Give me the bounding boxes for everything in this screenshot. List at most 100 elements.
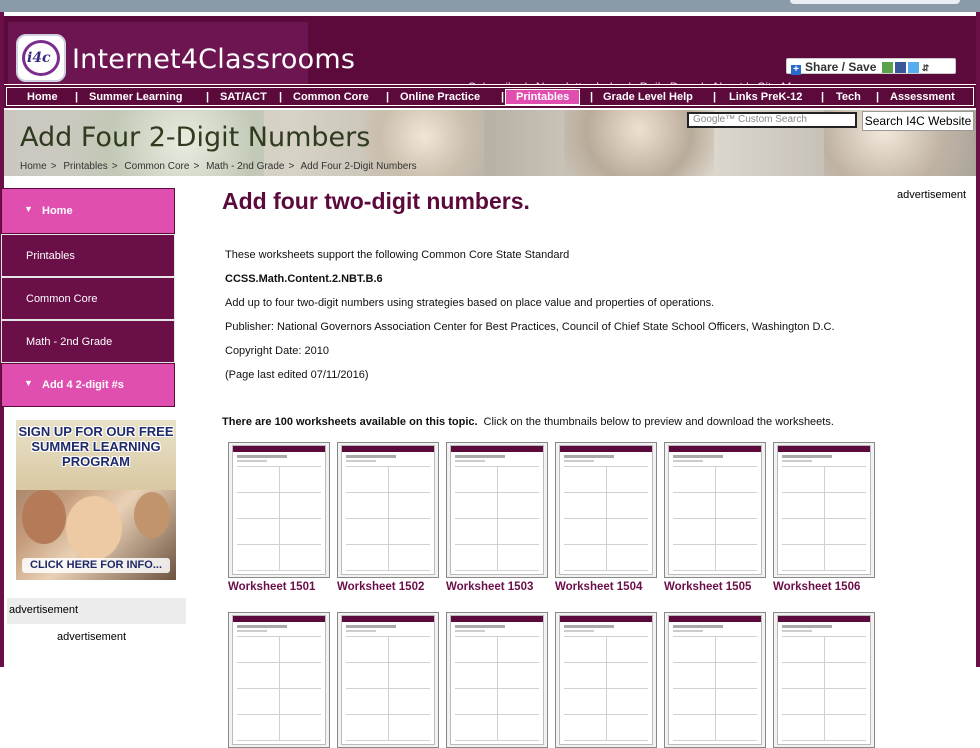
worksheet-link[interactable]: Worksheet 1501	[228, 581, 315, 593]
nav-separator: |	[279, 91, 283, 103]
logo-area[interactable]: i4c Internet4Classrooms	[8, 22, 355, 84]
nav-links-prek12[interactable]: Links PreK-12	[729, 91, 802, 103]
sidebar-item-label: Printables	[26, 249, 75, 262]
worksheet-rule-line	[564, 570, 648, 571]
worksheet-header-bar	[451, 446, 543, 452]
worksheet-rule-line	[237, 740, 321, 741]
worksheet-title-line	[782, 625, 832, 628]
last-edited-text: (Page last edited 07/11/2016)	[225, 369, 369, 381]
breadcrumb-math-2nd-grade[interactable]: Math - 2nd Grade	[206, 161, 284, 172]
standard-intro: These worksheets support the following C…	[225, 249, 570, 261]
worksheet-header-bar	[451, 616, 543, 622]
worksheet-subtitle-line	[564, 460, 594, 462]
breadcrumb-common-core[interactable]: Common Core	[124, 161, 189, 172]
sidebar-item-home[interactable]: ▼ Home	[1, 188, 175, 234]
worksheet-page-preview	[341, 445, 435, 575]
share-save-button[interactable]: + Share / Save ⇵	[786, 58, 956, 75]
worksheet-link[interactable]: Worksheet 1504	[555, 581, 642, 593]
worksheet-thumbnail[interactable]	[446, 442, 548, 578]
worksheet-count: There are 100 worksheets available on th…	[222, 416, 478, 428]
sidebar-item-label: Common Core	[26, 292, 98, 305]
nav-separator: |	[590, 91, 594, 103]
worksheet-title-line	[564, 455, 614, 458]
breadcrumb-printables[interactable]: Printables	[63, 161, 107, 172]
worksheet-thumbnail[interactable]	[228, 442, 330, 578]
worksheet-rule-line	[673, 570, 757, 571]
search-website-button[interactable]: Search I4C Website	[862, 111, 974, 131]
promo-photo-child	[134, 492, 170, 538]
worksheet-rule-line	[455, 740, 539, 741]
standard-code: CCSS.Math.Content.2.NBT.B.6	[225, 273, 383, 285]
worksheet-column-divider	[279, 636, 280, 740]
nav-assessment[interactable]: Assessment	[890, 91, 955, 103]
nav-printables[interactable]: Printables	[505, 89, 581, 105]
worksheet-rule-line	[346, 570, 430, 571]
nav-separator: |	[206, 91, 210, 103]
page-banner: Add Four 2-Digit Numbers Home > Printable…	[4, 110, 976, 176]
nav-grade-level-help[interactable]: Grade Level Help	[603, 91, 693, 103]
worksheet-thumbnail[interactable]	[337, 442, 439, 578]
worksheet-header-bar	[560, 616, 652, 622]
nav-online-practice[interactable]: Online Practice	[400, 91, 480, 103]
worksheet-thumbnail[interactable]	[773, 612, 875, 748]
facebook-icon	[894, 62, 906, 73]
worksheet-column-divider	[388, 466, 389, 570]
worksheet-count-line: There are 100 worksheets available on th…	[222, 416, 834, 428]
right-advertisement: advertisement	[897, 189, 967, 201]
worksheet-thumbnail[interactable]	[664, 612, 766, 748]
nav-home[interactable]: Home	[27, 91, 58, 103]
worksheet-header-bar	[778, 616, 870, 622]
worksheet-page-preview	[232, 445, 326, 575]
worksheet-title-line	[237, 625, 287, 628]
worksheet-page-preview	[450, 615, 544, 745]
worksheet-link[interactable]: Worksheet 1506	[773, 581, 860, 593]
share-green-icon	[881, 62, 893, 73]
site-header: i4c Internet4Classrooms Subscribe| Newsl…	[4, 16, 976, 94]
site-search-input[interactable]: Google™ Custom Search	[687, 112, 857, 128]
promo-photo-child	[66, 496, 122, 560]
worksheet-thumbnail[interactable]	[555, 442, 657, 578]
worksheet-thumbnail[interactable]	[337, 612, 439, 748]
worksheet-header-bar	[669, 446, 761, 452]
nav-tech[interactable]: Tech	[836, 91, 861, 103]
worksheet-thumbnail[interactable]	[228, 612, 330, 748]
sidebar-item-add-4-2-digit[interactable]: ▼ Add 4 2-digit #s	[1, 363, 175, 407]
sidebar-item-printables[interactable]: Printables	[1, 234, 175, 277]
worksheet-subtitle-line	[564, 630, 594, 632]
worksheet-rule-line	[782, 570, 866, 571]
breadcrumb-home[interactable]: Home	[20, 161, 47, 172]
worksheet-thumbnail[interactable]	[555, 612, 657, 748]
worksheet-link[interactable]: Worksheet 1502	[337, 581, 424, 593]
breadcrumb-current: Add Four 2-Digit Numbers	[300, 161, 417, 172]
worksheet-rule-line	[782, 740, 866, 741]
worksheet-subtitle-line	[237, 460, 267, 462]
worksheet-header-bar	[669, 616, 761, 622]
nav-common-core[interactable]: Common Core	[293, 91, 369, 103]
worksheet-link[interactable]: Worksheet 1503	[446, 581, 533, 593]
worksheet-page-preview	[777, 445, 871, 575]
nav-separator: |	[713, 91, 717, 103]
worksheet-title-line	[237, 455, 287, 458]
worksheet-header-bar	[342, 616, 434, 622]
worksheet-subtitle-line	[346, 460, 376, 462]
worksheet-column-divider	[715, 636, 716, 740]
worksheet-subtitle-line	[782, 630, 812, 632]
promo-cta[interactable]: CLICK HERE FOR INFO...	[22, 558, 170, 573]
worksheet-title-line	[455, 455, 505, 458]
worksheet-header-bar	[233, 616, 325, 622]
worksheet-thumbnail[interactable]	[773, 442, 875, 578]
sidebar-item-common-core[interactable]: Common Core	[1, 277, 175, 320]
nav-sat-act[interactable]: SAT/ACT	[220, 91, 267, 103]
chevron-down-icon: ▼	[24, 378, 33, 388]
worksheet-thumbnail[interactable]	[446, 612, 548, 748]
sidebar-item-label: Add 4 2-digit #s	[42, 379, 124, 391]
worksheet-column-divider	[388, 636, 389, 740]
worksheet-thumbnail[interactable]	[664, 442, 766, 578]
summer-learning-promo[interactable]: SIGN UP FOR OUR FREE SUMMER LEARNING PRO…	[16, 420, 176, 580]
nav-summer-learning[interactable]: Summer Learning	[89, 91, 183, 103]
sidebar-item-math-2nd-grade[interactable]: Math - 2nd Grade	[1, 320, 175, 363]
nav-separator: |	[821, 91, 825, 103]
site-title: Internet4Classrooms	[72, 44, 356, 75]
worksheet-link[interactable]: Worksheet 1505	[664, 581, 751, 593]
worksheet-page-preview	[450, 445, 544, 575]
